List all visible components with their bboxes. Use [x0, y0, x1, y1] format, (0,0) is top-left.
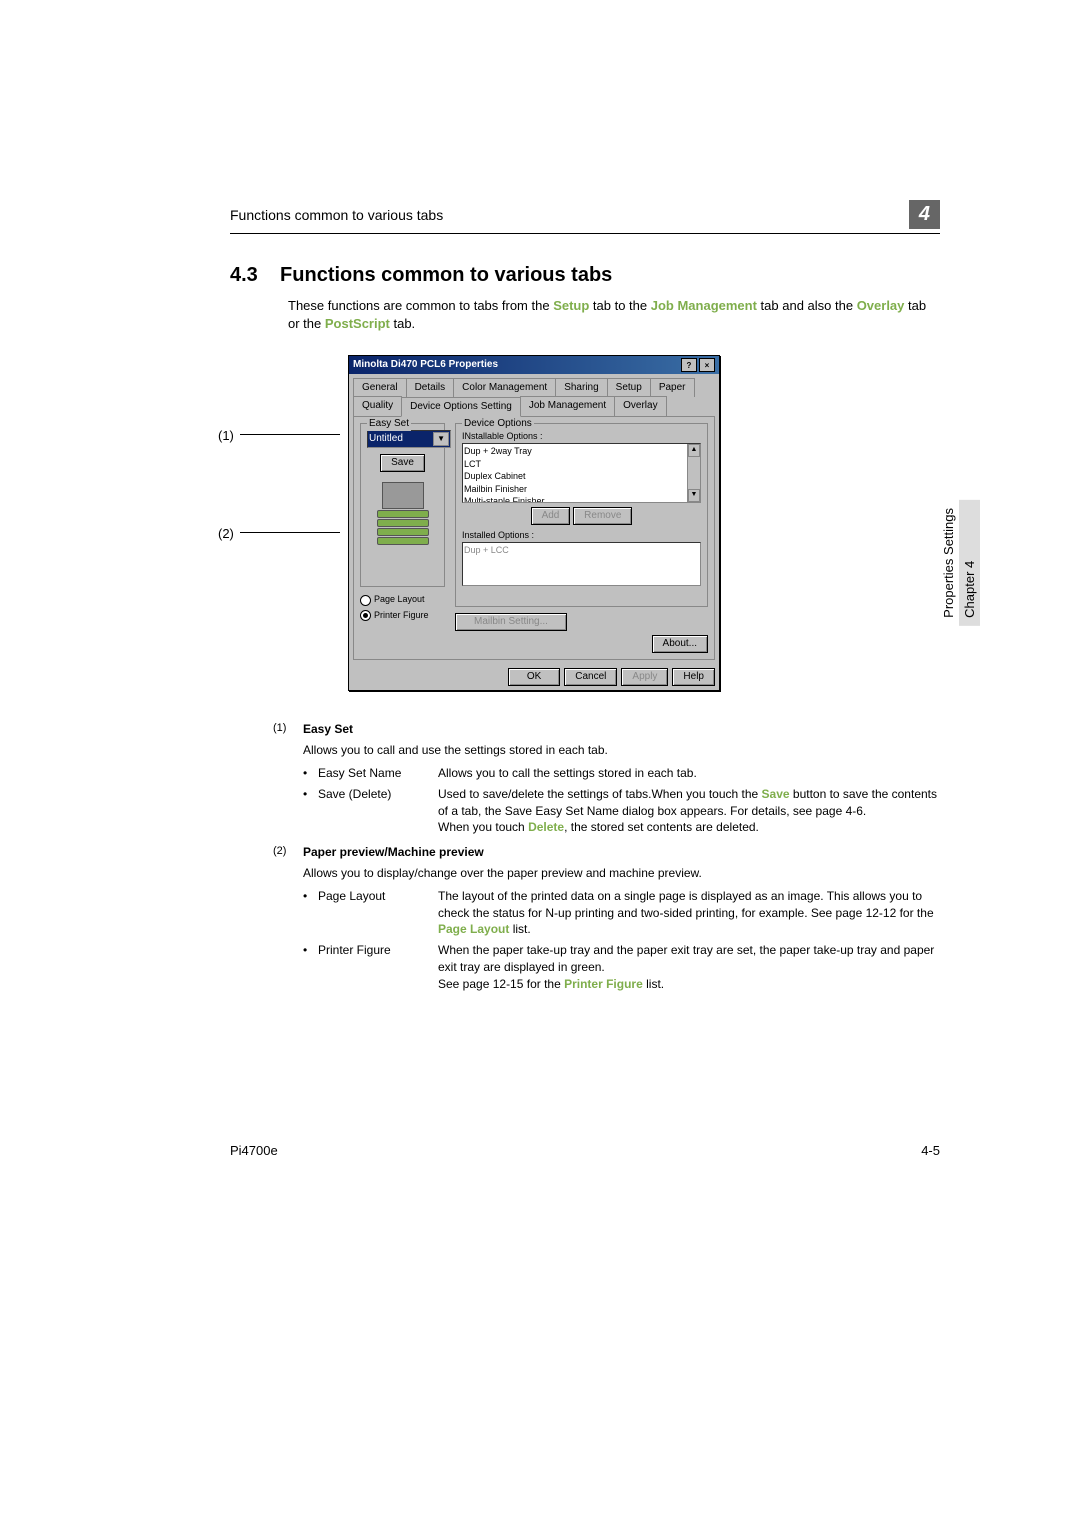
footer-left: Pi4700e — [230, 1143, 278, 1158]
close-icon[interactable]: × — [699, 358, 715, 372]
page-layout-radio[interactable]: Page Layout — [360, 593, 445, 606]
installable-listbox[interactable]: Dup + 2way Tray LCT Duplex Cabinet Mailb… — [462, 443, 701, 503]
remove-button[interactable]: Remove — [573, 507, 632, 525]
ok-button[interactable]: OK — [508, 668, 560, 686]
installed-label: Installed Options : — [462, 529, 701, 542]
tab-sharing[interactable]: Sharing — [555, 378, 607, 397]
properties-dialog: Minolta Di470 PCL6 Properties ? × Genera… — [348, 355, 720, 691]
sub-pagelayout: Page Layout — [318, 888, 438, 938]
tab-device-options[interactable]: Device Options Setting — [401, 397, 521, 417]
intro-setup: Setup — [553, 298, 589, 313]
intro-p2: tab to the — [589, 298, 650, 313]
tab-setup[interactable]: Setup — [607, 378, 651, 397]
sub-savedelete: Save (Delete) — [318, 786, 438, 836]
callout-2: (2) — [218, 525, 234, 543]
chapter-box: 4 — [909, 200, 940, 229]
dialog-title: Minolta Di470 PCL6 Properties — [353, 358, 498, 372]
help-icon[interactable]: ? — [681, 358, 697, 372]
tab-overlay[interactable]: Overlay — [614, 396, 666, 416]
desc2-title: Paper preview/Machine preview — [303, 844, 484, 861]
mailbin-button[interactable]: Mailbin Setting... — [455, 613, 567, 631]
easy-set-label: Easy Set — [367, 417, 411, 431]
desc2-num: (2) — [273, 844, 303, 861]
device-options-label: Device Options — [462, 417, 534, 431]
sub-pagelayout-desc: The layout of the printed data on a sing… — [438, 888, 940, 938]
intro-overlay: Overlay — [857, 298, 905, 313]
printer-figure-radio[interactable]: Printer Figure — [360, 609, 445, 622]
tab-colormgmt[interactable]: Color Management — [453, 378, 556, 397]
tab-quality[interactable]: Quality — [353, 396, 402, 416]
sub-easysetname: Easy Set Name — [318, 765, 438, 782]
callout-1: (1) — [218, 427, 234, 445]
intro-jobmgmt: Job Management — [651, 298, 757, 313]
tab-jobmgmt[interactable]: Job Management — [520, 396, 615, 416]
tab-general[interactable]: General — [353, 378, 407, 397]
desc1-title: Easy Set — [303, 721, 353, 738]
chevron-down-icon[interactable]: ▼ — [433, 432, 449, 446]
installed-listbox[interactable]: Dup + LCC — [462, 542, 701, 586]
dialog-titlebar: Minolta Di470 PCL6 Properties ? × — [349, 356, 719, 374]
tab-paper[interactable]: Paper — [650, 378, 695, 397]
sub-printerfigure-desc: When the paper take-up tray and the pape… — [438, 942, 940, 992]
help-button[interactable]: Help — [672, 668, 715, 686]
desc1-body: Allows you to call and use the settings … — [303, 742, 940, 759]
sub-savedelete-desc: Used to save/delete the settings of tabs… — [438, 786, 940, 836]
desc1-num: (1) — [273, 721, 303, 738]
tab-details[interactable]: Details — [406, 378, 455, 397]
sub-easysetname-desc: Allows you to call the settings stored i… — [438, 765, 940, 782]
sub-printerfigure: Printer Figure — [318, 942, 438, 992]
intro-p1: These functions are common to tabs from … — [288, 298, 553, 313]
footer-right: 4-5 — [921, 1143, 940, 1158]
side-tab: Properties Settings Chapter 4 — [938, 500, 980, 626]
cancel-button[interactable]: Cancel — [564, 668, 617, 686]
about-button[interactable]: About... — [652, 635, 708, 653]
desc2-body: Allows you to display/change over the pa… — [303, 865, 940, 882]
scroll-up-icon[interactable]: ▲ — [688, 444, 700, 457]
scroll-down-icon[interactable]: ▼ — [688, 489, 700, 502]
header-text: Functions common to various tabs — [230, 207, 443, 223]
section-title: Functions common to various tabs — [280, 264, 612, 286]
intro-p3: tab and also the — [757, 298, 857, 313]
scrollbar[interactable]: ▲ ▼ — [687, 444, 700, 502]
easy-set-select[interactable]: Untitled ▼ — [367, 430, 451, 448]
printer-figure-icon — [373, 482, 433, 542]
intro-p5: tab. — [390, 316, 415, 331]
installable-label: INstallable Options : — [462, 430, 701, 443]
apply-button[interactable]: Apply — [621, 668, 668, 686]
section-num: 4.3 — [230, 264, 258, 286]
intro-postscript: PostScript — [325, 316, 390, 331]
add-button[interactable]: Add — [531, 507, 571, 525]
save-button[interactable]: Save — [380, 454, 425, 472]
